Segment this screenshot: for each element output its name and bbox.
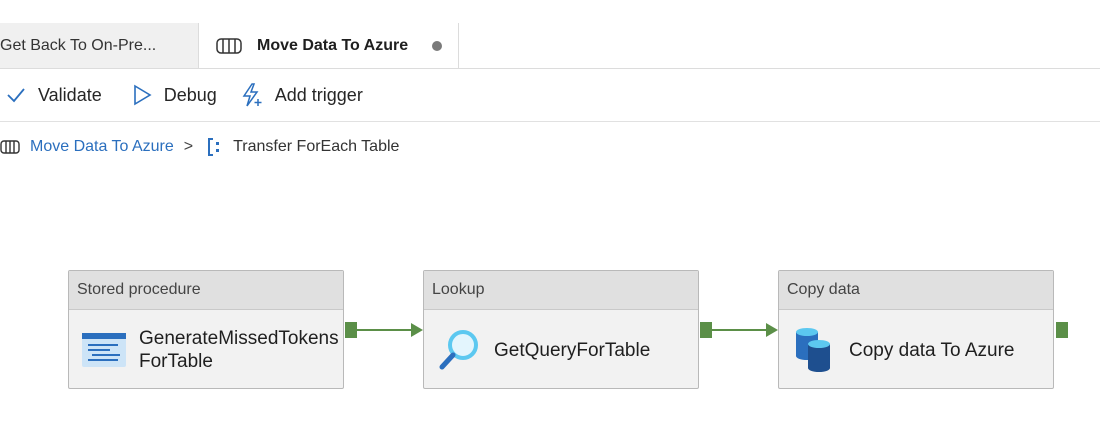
debug-button[interactable]: Debug	[132, 75, 217, 115]
pipeline-icon	[0, 139, 20, 155]
database-icon	[791, 327, 837, 373]
activity-name: GenerateMissedTokens ForTable	[139, 327, 339, 373]
activity-name: GetQueryForTable	[494, 339, 651, 361]
tab-label: Get Back To On-Pre...	[0, 36, 157, 54]
breadcrumb-parent-link[interactable]: Move Data To Azure	[30, 138, 174, 156]
validate-label: Validate	[38, 84, 102, 105]
connector-arrow-icon	[766, 323, 778, 337]
success-connector[interactable]	[357, 329, 413, 331]
unsaved-changes-dot	[432, 41, 442, 51]
breadcrumb: Move Data To Azure > Transfer ForEach Ta…	[0, 135, 399, 159]
activity-type-label: Stored procedure	[69, 271, 343, 310]
success-output-port[interactable]	[1056, 322, 1068, 338]
debug-label: Debug	[163, 84, 217, 105]
tab-move-data-to-azure[interactable]: Move Data To Azure	[199, 23, 459, 68]
tab-get-back-to-on-prem[interactable]: Get Back To On-Pre...	[0, 23, 199, 68]
play-icon	[132, 84, 152, 106]
top-strip	[0, 0, 1100, 24]
success-connector[interactable]	[712, 329, 768, 331]
toolbar: Validate Debug Add trigger	[0, 69, 1100, 122]
activity-stored-procedure[interactable]: Stored procedure GenerateMissedTokens Fo…	[68, 270, 344, 389]
foreach-icon	[205, 137, 223, 157]
tab-label: Move Data To Azure	[257, 36, 409, 54]
activity-name-line1: GenerateMissedTokens	[139, 328, 339, 349]
validate-button[interactable]: Validate	[6, 75, 102, 115]
trigger-icon	[241, 83, 263, 107]
breadcrumb-current: Transfer ForEach Table	[233, 138, 400, 155]
success-output-port[interactable]	[700, 322, 712, 338]
magnifier-icon	[436, 327, 482, 373]
add-trigger-label: Add trigger	[274, 84, 363, 105]
activity-name: Copy data To Azure	[849, 339, 1015, 361]
activity-name-line2: ForTable	[139, 351, 213, 372]
success-output-port[interactable]	[345, 322, 357, 338]
activity-lookup[interactable]: Lookup GetQueryForTable	[423, 270, 699, 389]
pipeline-canvas[interactable]: Stored procedure GenerateMissedTokens Fo…	[0, 170, 1100, 426]
stored-procedure-icon	[81, 327, 127, 373]
activity-copy-data[interactable]: Copy data Copy data To Azure	[778, 270, 1054, 389]
pipeline-icon	[215, 37, 243, 55]
add-trigger-button[interactable]: Add trigger	[241, 75, 363, 115]
connector-arrow-icon	[411, 323, 423, 337]
checkmark-icon	[6, 85, 26, 105]
tab-bar: Get Back To On-Pre... Move Data To Azure	[0, 23, 1100, 69]
breadcrumb-separator: >	[183, 138, 194, 155]
activity-type-label: Lookup	[424, 271, 698, 310]
activity-type-label: Copy data	[779, 271, 1053, 310]
